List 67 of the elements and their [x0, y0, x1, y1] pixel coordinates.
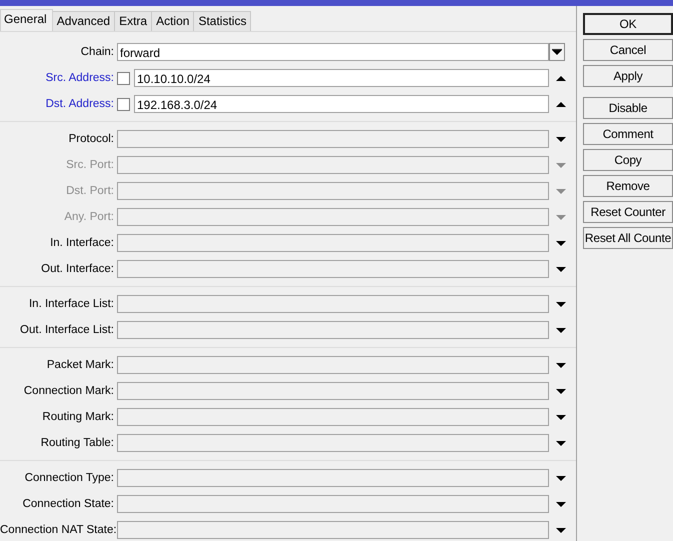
button[interactable]: Apply	[583, 65, 673, 87]
button[interactable]: Reset All Counte	[583, 227, 673, 249]
dropdown-arrow-icon[interactable]	[556, 301, 566, 307]
button[interactable]: Cancel	[583, 39, 673, 61]
input-field[interactable]	[117, 408, 549, 426]
dropdown-arrow-icon[interactable]	[556, 240, 566, 246]
field-label: Chain:	[80, 46, 115, 58]
checkbox[interactable]	[117, 72, 130, 84]
field-label: Out. Interface:	[40, 263, 115, 275]
input-field[interactable]	[117, 130, 549, 148]
field-label: Dst. Port:	[65, 185, 115, 197]
field-label: Any. Port:	[63, 211, 115, 223]
input-field[interactable]	[117, 182, 549, 200]
button[interactable]: Remove	[583, 175, 673, 197]
input-field[interactable]: forward	[117, 43, 549, 61]
field-label: Connection Type:	[24, 472, 115, 484]
dropdown-arrow-icon[interactable]	[556, 266, 566, 272]
dropdown-arrow-icon[interactable]	[556, 440, 566, 446]
field-label: Connection NAT State:	[0, 524, 117, 536]
dropdown-arrow-icon[interactable]	[556, 475, 566, 481]
tab[interactable]: Action	[151, 11, 194, 31]
tab[interactable]: Advanced	[52, 11, 116, 31]
field-label: In. Interface:	[49, 237, 115, 249]
field-label: Src. Address:	[44, 72, 115, 84]
input-field[interactable]	[117, 260, 549, 278]
field-label: Packet Mark:	[46, 359, 115, 371]
field-label: Out. Interface List:	[19, 324, 115, 336]
dropdown-arrow-icon[interactable]	[556, 414, 566, 420]
field-label: Connection Mark:	[22, 385, 115, 397]
input-field[interactable]: 192.168.3.0/24	[134, 95, 549, 113]
button[interactable]: Reset Counter	[583, 201, 673, 223]
tab[interactable]: Statistics	[193, 11, 252, 31]
input-field[interactable]	[117, 495, 549, 513]
input-field[interactable]	[117, 469, 549, 487]
input-field[interactable]	[117, 321, 549, 339]
dropdown-arrow-icon[interactable]	[556, 362, 566, 368]
field-label: Routing Table:	[40, 437, 115, 449]
tab[interactable]: General	[0, 9, 53, 31]
field-label: Connection State:	[22, 498, 115, 510]
input-field[interactable]	[117, 382, 549, 400]
dropdown-button-icon[interactable]	[552, 49, 562, 55]
button[interactable]: Comment	[583, 123, 673, 145]
input-field[interactable]	[117, 521, 549, 539]
field-label: In. Interface List:	[28, 298, 115, 310]
input-field[interactable]	[117, 208, 549, 226]
dropdown-arrow-icon[interactable]	[556, 527, 566, 533]
input-field[interactable]: 10.10.10.0/24	[134, 69, 549, 87]
dropdown-arrow-icon[interactable]	[556, 136, 566, 142]
input-field[interactable]	[117, 434, 549, 452]
input-field[interactable]	[117, 156, 549, 174]
input-field[interactable]	[117, 295, 549, 313]
tab[interactable]: Extra	[114, 11, 152, 31]
field-label: Dst. Address:	[44, 98, 115, 110]
button[interactable]: OK	[583, 13, 673, 35]
field-label: Src. Port:	[65, 159, 115, 171]
dropdown-arrow-icon[interactable]	[556, 501, 566, 507]
collapse-arrow-icon[interactable]	[556, 101, 566, 107]
collapse-arrow-icon[interactable]	[556, 75, 566, 81]
input-field[interactable]	[117, 234, 549, 252]
dropdown-arrow-icon[interactable]	[556, 327, 566, 333]
button[interactable]: Disable	[583, 97, 673, 119]
field-label: Routing Mark:	[41, 411, 115, 423]
dropdown-arrow-icon[interactable]	[556, 388, 566, 394]
input-field[interactable]	[117, 356, 549, 374]
checkbox[interactable]	[117, 98, 130, 110]
field-label: Protocol:	[68, 133, 115, 145]
button[interactable]: Copy	[583, 149, 673, 171]
